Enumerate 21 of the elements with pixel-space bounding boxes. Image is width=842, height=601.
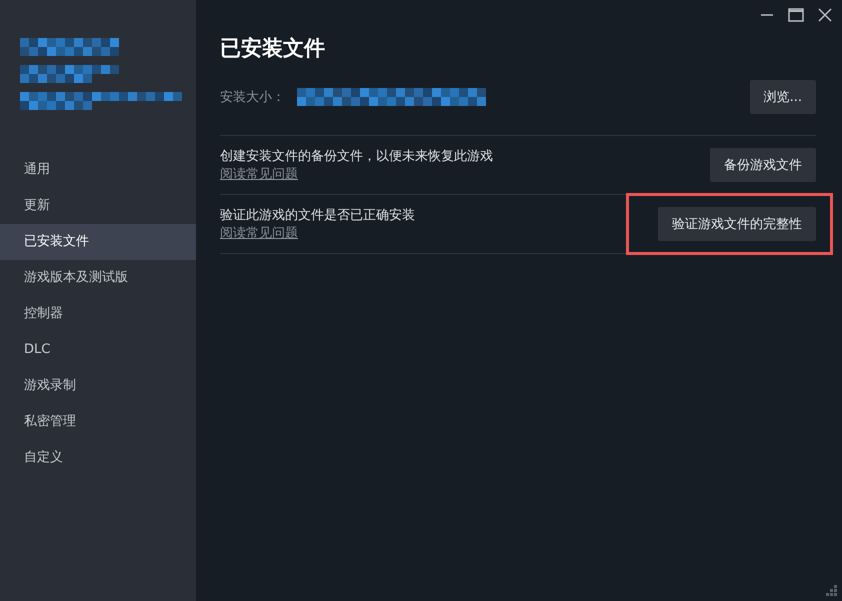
sidebar-item[interactable]: 通用: [0, 152, 196, 188]
action-button[interactable]: 验证游戏文件的完整性: [658, 207, 816, 241]
maximize-icon[interactable]: [788, 8, 804, 22]
browse-button[interactable]: 浏览...: [750, 80, 816, 114]
row-description: 验证此游戏的文件是否已正确安装: [220, 207, 415, 224]
install-size-label: 安装大小：: [220, 89, 285, 106]
faq-link[interactable]: 阅读常见问题: [220, 165, 493, 183]
page-title: 已安装文件: [220, 35, 326, 62]
sidebar-item[interactable]: 游戏版本及测试版: [0, 260, 196, 296]
row-description: 创建安装文件的备份文件，以便未来恢复此游戏: [220, 148, 493, 165]
sidebar-item[interactable]: 私密管理: [0, 404, 196, 440]
sidebar-item[interactable]: 已安装文件: [0, 224, 196, 260]
sidebar-item[interactable]: 更新: [0, 188, 196, 224]
sidebar-item[interactable]: 游戏录制: [0, 368, 196, 404]
sidebar-item[interactable]: 控制器: [0, 296, 196, 332]
faq-link[interactable]: 阅读常见问题: [220, 224, 415, 242]
resize-grip-icon[interactable]: [824, 583, 838, 597]
action-button[interactable]: 备份游戏文件: [710, 148, 816, 182]
close-icon[interactable]: [818, 8, 832, 22]
sidebar-item[interactable]: 自定义: [0, 440, 196, 476]
sidebar-item[interactable]: DLC: [0, 332, 196, 368]
